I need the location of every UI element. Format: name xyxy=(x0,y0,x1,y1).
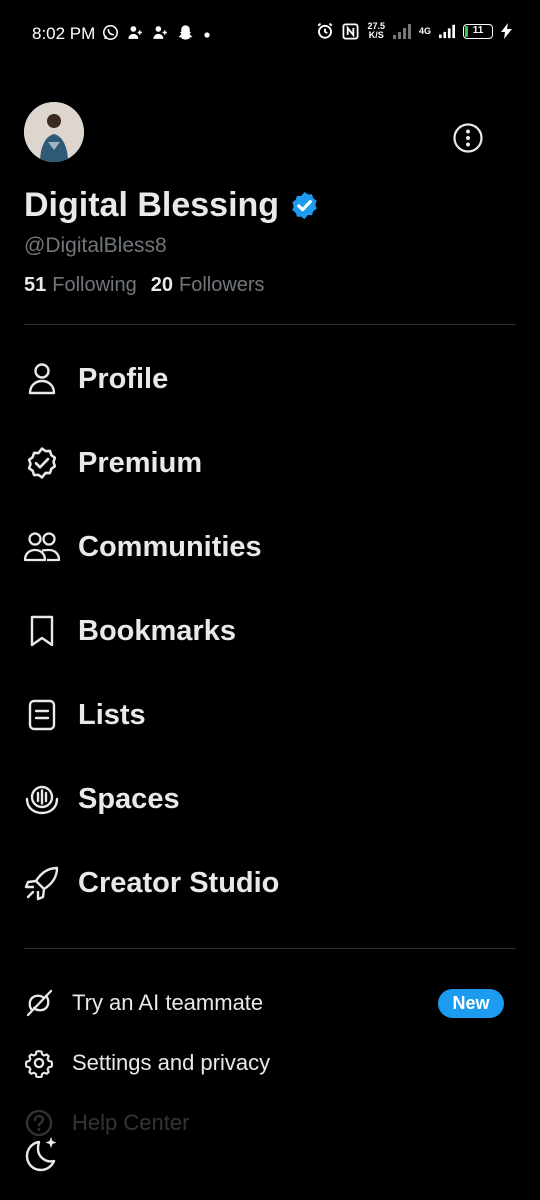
display-name[interactable]: Digital Blessing xyxy=(24,186,320,225)
menu-item-communities[interactable]: Communities xyxy=(22,522,262,572)
new-badge: New xyxy=(438,989,504,1018)
network-type: 4G xyxy=(418,25,431,36)
follow-stats: 51 Following 20 Followers xyxy=(24,274,265,297)
followers-label: Followers xyxy=(178,274,265,296)
whatsapp-icon xyxy=(102,24,119,41)
avatar[interactable] xyxy=(24,102,84,162)
verified-badge-outline-icon xyxy=(22,443,62,483)
microphone-icon xyxy=(22,779,62,819)
snapchat-icon xyxy=(178,25,193,40)
menu-label: Spaces xyxy=(78,782,180,815)
display-theme-button[interactable] xyxy=(22,1134,62,1174)
bookmark-icon xyxy=(22,611,62,651)
battery-indicator: 11 xyxy=(463,23,493,39)
menu-item-premium[interactable]: Premium xyxy=(22,438,202,488)
help-center-label: Help Center xyxy=(72,1110,190,1135)
alarm-icon xyxy=(318,22,333,39)
nfc-icon xyxy=(342,23,359,39)
charging-icon xyxy=(501,23,512,39)
menu-label: Bookmarks xyxy=(78,614,236,647)
verified-badge-icon xyxy=(292,191,317,220)
handle: @DigitalBless8 xyxy=(24,234,167,257)
following-count: 51 xyxy=(24,274,47,296)
battery-level: 11 xyxy=(472,24,484,36)
followers-count: 20 xyxy=(150,274,173,296)
menu-item-lists[interactable]: Lists xyxy=(22,690,146,740)
menu-item-profile[interactable]: Profile xyxy=(22,354,168,404)
network-speed: 27.5 K/S xyxy=(367,21,385,40)
status-time: 8:02 PM xyxy=(32,24,96,43)
person-icon xyxy=(22,359,62,399)
menu-item-bookmarks[interactable]: Bookmarks xyxy=(22,606,236,656)
divider xyxy=(24,324,516,325)
following-link[interactable]: 51 Following xyxy=(24,274,137,297)
signal-icon xyxy=(439,24,455,39)
menu-item-settings[interactable]: Settings and privacy xyxy=(22,1045,270,1081)
ai-teammate-label: Try an AI teammate xyxy=(72,990,264,1015)
person-add-icon xyxy=(153,26,167,39)
signal-weak-icon xyxy=(392,24,411,39)
menu-label: Communities xyxy=(78,530,262,563)
person-add-icon xyxy=(128,26,142,39)
menu-item-ai-teammate[interactable]: Try an AI teammate xyxy=(22,985,263,1021)
followers-link[interactable]: 20 Followers xyxy=(151,274,265,297)
rocket-icon xyxy=(22,863,62,903)
more-options-button[interactable] xyxy=(452,122,484,154)
menu-label: Profile xyxy=(78,362,169,395)
gear-icon xyxy=(22,1046,56,1080)
menu-label: Premium xyxy=(78,446,203,479)
divider xyxy=(24,948,516,949)
moon-sparkle-icon xyxy=(25,1137,57,1172)
dot-icon xyxy=(204,32,210,38)
avatar-photo xyxy=(24,102,84,162)
list-icon xyxy=(22,695,62,735)
status-bar: 8:02 PM 27.5 K/S 4G 11 xyxy=(0,0,540,70)
menu-item-creator-studio[interactable]: Creator Studio xyxy=(22,858,279,908)
menu-label: Creator Studio xyxy=(78,866,280,899)
system-icons: 27.5 K/S 4G 11 xyxy=(316,22,512,40)
people-icon xyxy=(22,527,62,567)
menu-item-spaces[interactable]: Spaces xyxy=(22,774,180,824)
following-label: Following xyxy=(52,274,137,296)
notification-icons xyxy=(102,24,212,41)
menu-label: Lists xyxy=(78,698,146,731)
more-circle-icon xyxy=(453,123,483,153)
display-name-text: Digital Blessing xyxy=(24,186,280,224)
settings-label: Settings and privacy xyxy=(72,1050,271,1075)
grok-icon xyxy=(22,986,56,1020)
